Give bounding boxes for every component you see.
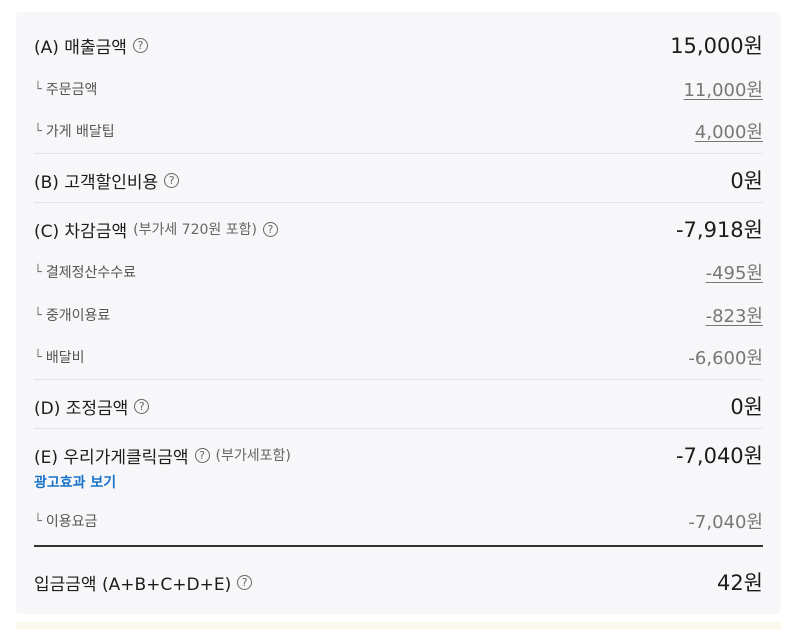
corner-bullet-icon: └	[34, 513, 42, 529]
deposit-label-group: 입금금액 (A+B+C+D+E) ?	[34, 570, 253, 595]
delivery-fee-label: 배달비	[45, 350, 85, 366]
store-click-label: (E) 우리가게클릭금액	[34, 447, 189, 468]
deduction-label-group: (C) 차감금액 (부가세 720원 포함) ?	[34, 217, 278, 242]
row-brokerage-fee: └ 중개이용료 -823원	[34, 302, 763, 328]
total-divider	[34, 545, 763, 547]
help-icon[interactable]: ?	[164, 172, 180, 188]
store-click-vat-note: (부가세포함)	[215, 448, 291, 464]
sales-amount-label-group: (A) 매출금액 ?	[34, 33, 148, 58]
store-click-label-group: (E) 우리가게클릭금액 ? (부가세포함)	[34, 443, 291, 468]
order-amount-label: 주문금액	[45, 82, 98, 98]
payment-fee-label: 결제정산수수료	[45, 265, 136, 281]
row-delivery-fee: └ 배달비 -6,600원	[34, 344, 763, 370]
payment-fee-label-group: └ 결제정산수수료	[34, 262, 136, 282]
sales-amount-value: 15,000원	[670, 34, 763, 58]
row-adjustment-amount: (D) 조정금액 ? 0원	[34, 391, 763, 421]
brokerage-fee-value[interactable]: -823원	[706, 302, 763, 328]
corner-bullet-icon: └	[34, 307, 42, 323]
divider	[34, 379, 763, 380]
bottom-strip	[16, 622, 781, 630]
corner-bullet-icon: └	[34, 123, 42, 139]
brokerage-fee-label-group: └ 중개이용료	[34, 305, 110, 325]
row-store-click-amount: (E) 우리가게클릭금액 ? (부가세포함) -7,040원	[34, 440, 763, 470]
adjustment-label: (D) 조정금액	[34, 398, 129, 419]
ad-effect-link[interactable]: 광고효과 보기	[34, 472, 116, 492]
delivery-tip-label: 가게 배달팁	[45, 124, 115, 140]
customer-discount-label-group: (B) 고객할인비용 ?	[34, 168, 180, 193]
corner-bullet-icon: └	[34, 81, 42, 97]
divider	[34, 428, 763, 429]
deposit-label: 입금금액 (A+B+C+D+E)	[34, 574, 232, 595]
deduction-vat-note: (부가세 720원 포함)	[133, 222, 257, 238]
deduction-value: -7,918원	[675, 218, 763, 242]
adjustment-label-group: (D) 조정금액 ?	[34, 394, 150, 419]
row-deduction-amount: (C) 차감금액 (부가세 720원 포함) ? -7,918원	[34, 214, 763, 244]
sales-amount-label: (A) 매출금액	[34, 37, 127, 58]
order-amount-value[interactable]: 11,000원	[683, 76, 763, 102]
brokerage-fee-label: 중개이용료	[45, 308, 111, 324]
divider	[34, 153, 763, 154]
row-delivery-tip: └ 가게 배달팁 4,000원	[34, 118, 763, 144]
row-customer-discount: (B) 고객할인비용 ? 0원	[34, 165, 763, 195]
store-click-value: -7,040원	[675, 444, 763, 468]
row-sales-amount: (A) 매출금액 ? 15,000원	[34, 30, 763, 60]
usage-fee-value: -7,040원	[688, 512, 763, 533]
customer-discount-label: (B) 고객할인비용	[34, 172, 159, 193]
order-amount-label-group: └ 주문금액	[34, 79, 97, 99]
row-payment-fee: └ 결제정산수수료 -495원	[34, 259, 763, 285]
usage-fee-label: 이용요금	[45, 514, 98, 530]
customer-discount-value: 0원	[730, 169, 763, 193]
delivery-fee-label-group: └ 배달비	[34, 347, 84, 367]
delivery-fee-value: -6,600원	[688, 348, 763, 369]
row-deposit-amount: 입금금액 (A+B+C+D+E) ? 42원	[34, 567, 763, 597]
deduction-label: (C) 차감금액	[34, 221, 128, 242]
help-icon[interactable]: ?	[262, 221, 278, 237]
corner-bullet-icon: └	[34, 349, 42, 365]
deposit-value: 42원	[716, 571, 763, 595]
help-icon[interactable]: ?	[237, 574, 253, 590]
payment-fee-value[interactable]: -495원	[706, 259, 763, 285]
help-icon[interactable]: ?	[132, 37, 148, 53]
settlement-card: (A) 매출금액 ? 15,000원 └ 주문금액 11,000원 └ 가게 배…	[16, 12, 781, 614]
usage-fee-label-group: └ 이용요금	[34, 511, 97, 531]
delivery-tip-label-group: └ 가게 배달팁	[34, 121, 115, 141]
row-order-amount: └ 주문금액 11,000원	[34, 76, 763, 102]
help-icon[interactable]: ?	[134, 398, 150, 414]
divider	[34, 202, 763, 203]
corner-bullet-icon: └	[34, 264, 42, 280]
row-usage-fee: └ 이용요금 -7,040원	[34, 508, 763, 534]
help-icon[interactable]: ?	[194, 447, 210, 463]
delivery-tip-value[interactable]: 4,000원	[695, 118, 763, 144]
adjustment-value: 0원	[730, 395, 763, 419]
